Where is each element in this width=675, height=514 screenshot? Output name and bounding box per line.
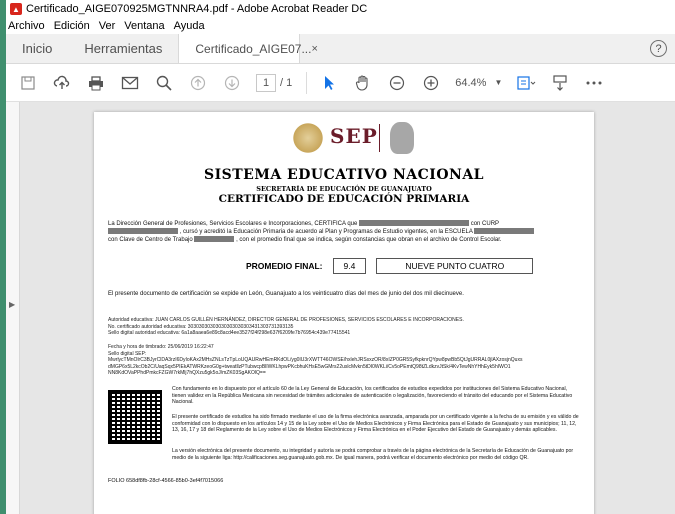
folio-number: FOLIO 658df8fb-28cf-4566-85b0-3ef4f70150…: [108, 478, 224, 484]
print-icon[interactable]: [86, 73, 106, 93]
qr-code: [108, 390, 162, 444]
legal-paragraph-1: Con fundamento en lo dispuesto por el ar…: [172, 386, 573, 405]
fit-page-icon[interactable]: [516, 73, 536, 93]
logo-divider: [379, 124, 380, 152]
page-up-icon[interactable]: [188, 73, 208, 93]
intro-paragraph: La Dirección General de Profesiones, Ser…: [108, 220, 580, 244]
authority-block: Autoridad educativa: JUAN CARLOS GUILLÉN…: [108, 317, 580, 337]
document-subtitle: SECRETARÍA DE EDUCACIÓN DE GUANAJUATO: [256, 185, 432, 193]
redacted-ct-key: [194, 236, 235, 243]
email-icon[interactable]: [120, 73, 140, 93]
save-icon[interactable]: [18, 73, 38, 93]
window-title: Certificado_AIGE070925MGTNNRA4.pdf - Ado…: [26, 3, 368, 15]
menu-ayuda[interactable]: Ayuda: [174, 20, 205, 32]
sep-logo: SEP: [330, 124, 378, 148]
redacted-school: [474, 228, 535, 235]
intro-line-3b: , con el promedio final que se indica, s…: [236, 237, 502, 243]
expand-panel-icon: ▶: [9, 300, 16, 309]
zoom-value: 64.4%: [455, 76, 487, 89]
issue-statement: El presente documento de certificación s…: [108, 291, 464, 297]
search-zoom-icon[interactable]: [154, 73, 174, 93]
left-panel-toggle[interactable]: ▶: [6, 102, 20, 514]
promedio-words: NUEVE PUNTO CUATRO: [376, 258, 534, 274]
page-down-icon[interactable]: [222, 73, 242, 93]
tab-document-label: Certificado_AIGE07...: [195, 41, 312, 56]
pdf-page: SEP SISTEMA EDUCATIVO NACIONAL SECRETARÍ…: [94, 112, 594, 514]
help-icon[interactable]: ?: [650, 40, 667, 57]
sep-logo-text: SEP: [330, 124, 378, 148]
sep-seal-line-1: MwrlycTMnOlrC3BJyrClDA3rzI6DyIoKAx2MHsZN…: [108, 357, 523, 363]
close-tab-icon[interactable]: ×: [311, 43, 317, 55]
tab-home[interactable]: Inicio: [6, 34, 68, 63]
scroll-mode-icon[interactable]: [550, 73, 570, 93]
select-arrow-icon[interactable]: [319, 73, 339, 93]
certificate-title: CERTIFICADO DE EDUCACIÓN PRIMARIA: [218, 193, 470, 205]
promedio-label: PROMEDIO FINAL:: [246, 261, 323, 271]
page-navigator: 1 / 1: [256, 73, 293, 92]
total-pages: / 1: [280, 76, 293, 89]
authority-digital-seal: Sello digital autoridad educativa: 6a1a8…: [108, 330, 351, 336]
document-title: SISTEMA EDUCATIVO NACIONAL: [203, 167, 485, 183]
document-viewer[interactable]: ▶ SEP SISTEMA EDUCATIVO NACIONAL SECRETA…: [6, 102, 675, 514]
promedio-value: 9.4: [332, 258, 367, 274]
guanajuato-seal-image: [390, 122, 414, 154]
hand-icon[interactable]: [353, 73, 373, 93]
cloud-upload-icon[interactable]: [52, 73, 72, 93]
mexico-seal-image: [290, 122, 326, 154]
more-icon[interactable]: [584, 73, 604, 93]
tab-document[interactable]: Certificado_AIGE07... ×: [178, 34, 318, 63]
acrobat-icon: ▲: [10, 3, 22, 15]
tab-bar: Inicio Herramientas Certificado_AIGE07..…: [6, 34, 675, 64]
title-bar: ▲ Certificado_AIGE070925MGTNNRA4.pdf - A…: [6, 0, 675, 18]
sep-seal-line-3: NN8KdOVaPPhdPmkcFZGW7rkMlj7hQXzu5gk5oJ/m…: [108, 370, 266, 376]
legal-paragraph-2: El presente certificado de estudios ha s…: [172, 414, 579, 433]
zoom-out-icon[interactable]: [387, 73, 407, 93]
intro-curp-label: con CURP: [470, 221, 500, 227]
chevron-down-icon: ▼: [494, 78, 503, 87]
toolbar-divider: [306, 71, 308, 94]
redacted-curp: [108, 228, 178, 235]
legal-paragraph-3: La versión electrónica del presente docu…: [172, 448, 574, 461]
final-average: PROMEDIO FINAL: 9.4 NUEVE PUNTO CUATRO: [246, 258, 534, 274]
zoom-dropdown[interactable]: 64.4% ▼: [455, 77, 502, 89]
tab-tools[interactable]: Herramientas: [68, 34, 178, 63]
menu-bar: Archivo Edición Ver Ventana Ayuda: [6, 18, 675, 34]
menu-archivo[interactable]: Archivo: [8, 20, 45, 32]
intro-line-1: La Dirección General de Profesiones, Ser…: [108, 221, 358, 227]
acrobat-window: ▲ Certificado_AIGE070925MGTNNRA4.pdf - A…: [6, 0, 675, 514]
redacted-name: [359, 220, 470, 227]
menu-ventana[interactable]: Ventana: [124, 20, 164, 32]
toolbar: 1 / 1 64.4% ▼: [6, 64, 675, 102]
menu-edicion[interactable]: Edición: [54, 20, 90, 32]
menu-ver[interactable]: Ver: [99, 20, 116, 32]
sep-seal-block: Fecha y hora de timbrado: 25/06/2019 16:…: [108, 344, 580, 377]
current-page-input[interactable]: 1: [256, 73, 276, 92]
zoom-in-icon[interactable]: [421, 73, 441, 93]
intro-line-2: , cursó y acreditó la Educación Primaria…: [179, 229, 473, 235]
intro-line-3a: con Clave de Centro de Trabajo: [108, 237, 193, 243]
